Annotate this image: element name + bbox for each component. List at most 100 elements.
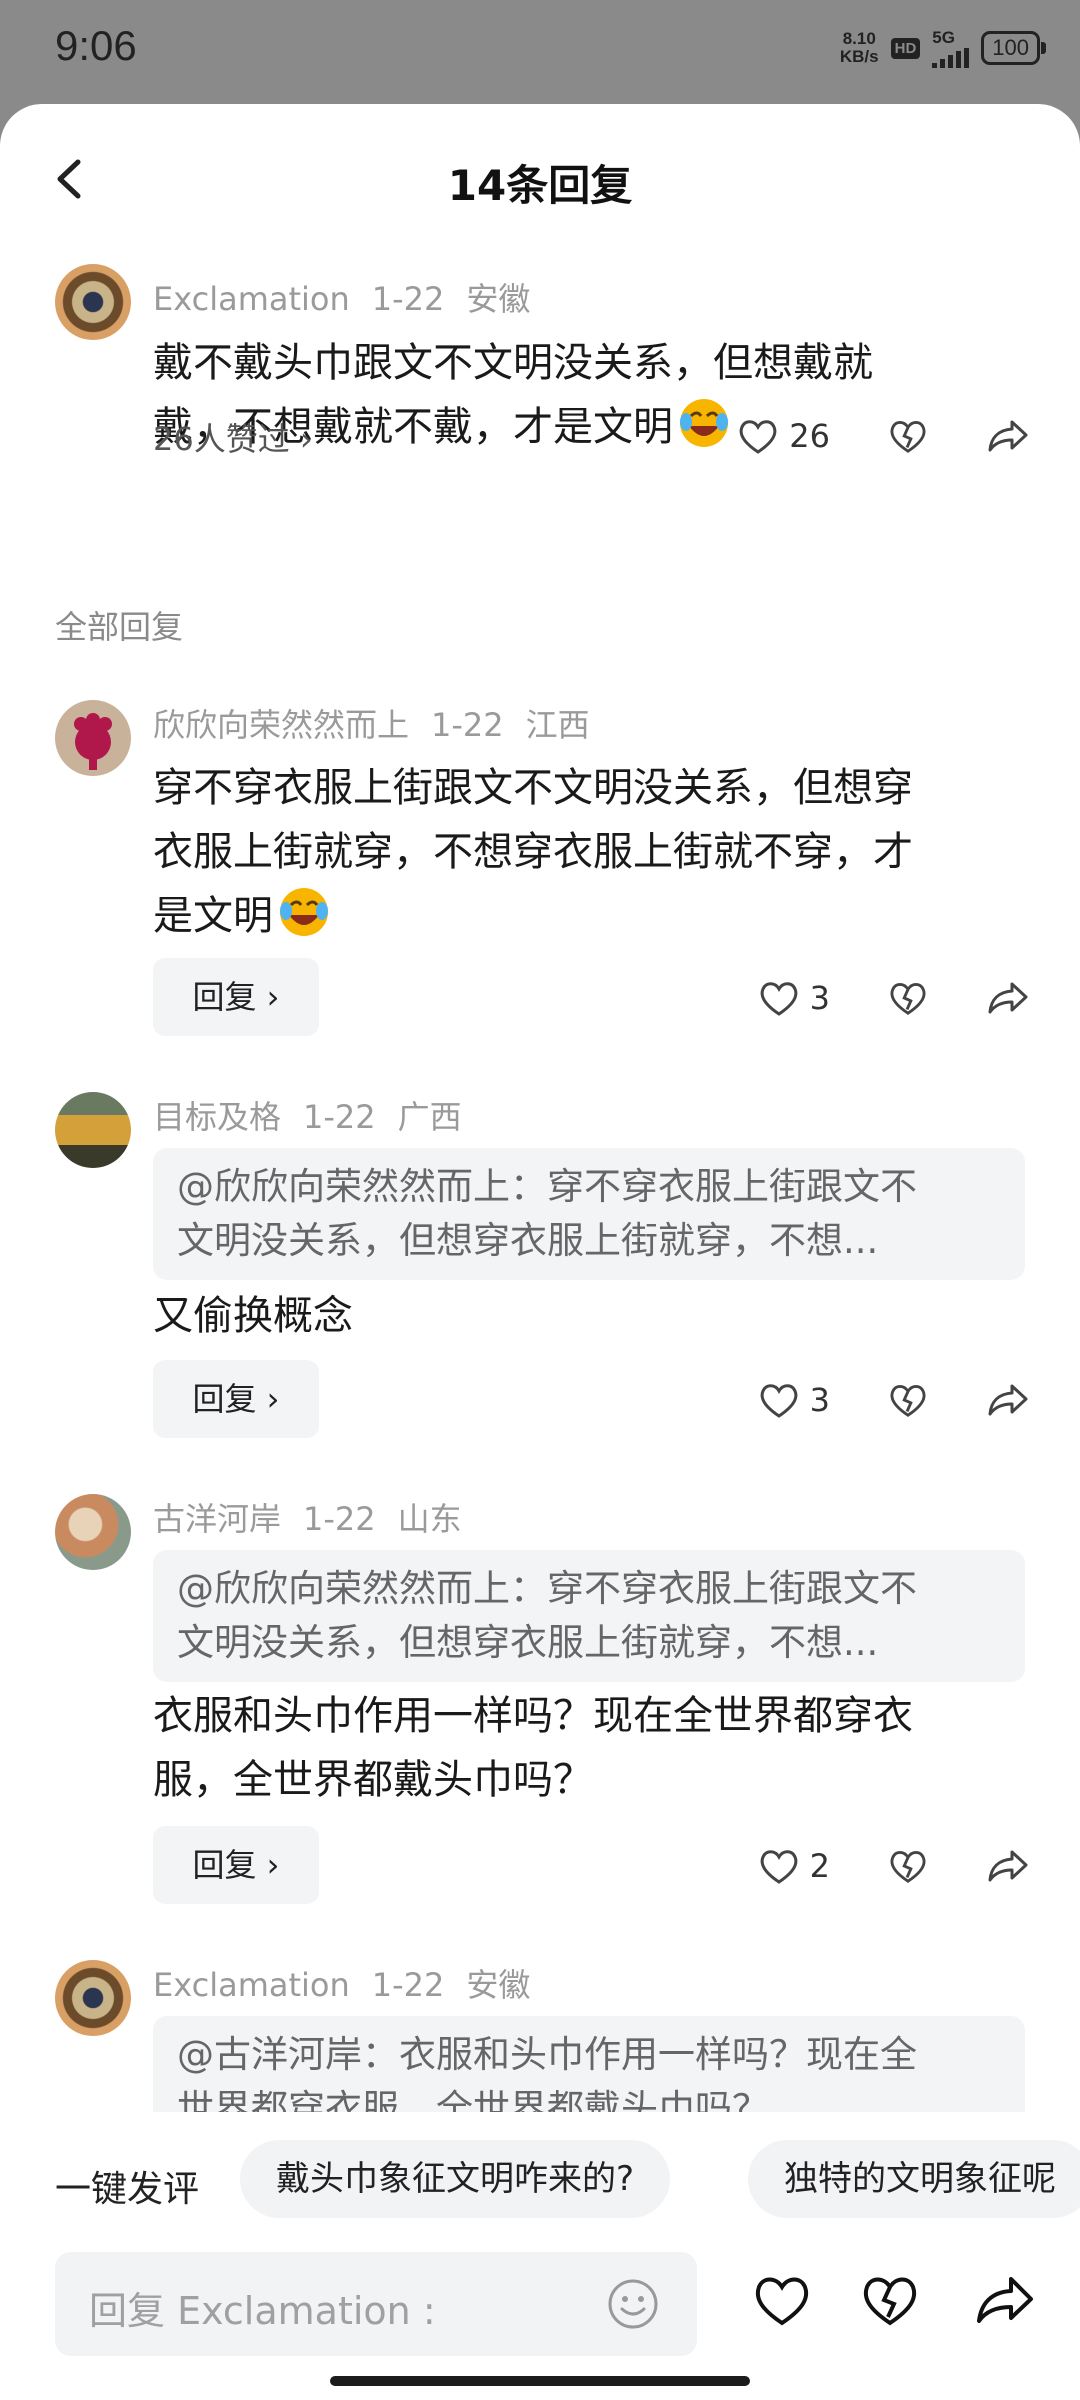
emoji-icon[interactable]: [607, 2278, 659, 2330]
quick-comment-chip[interactable]: 独特的文明象征呢: [748, 2140, 1080, 2218]
quote-line: @古洋河岸：衣服和头巾作用一样吗？现在全: [177, 2033, 917, 2076]
network-speed: 8.10 KB/s: [840, 30, 879, 66]
author-name[interactable]: 古洋河岸: [153, 1500, 281, 1538]
page-title: 14条回复: [447, 161, 633, 210]
quote-line: 文明没关系，但想穿衣服上街就穿，不想...: [177, 1219, 879, 1262]
comment-meta: Exclamation 1-22 安徽: [153, 274, 552, 320]
replies-sheet: 14条回复 Exclamation 1-22 安徽 戴不戴头巾跟文不文明没关系，但想…: [0, 104, 1080, 2400]
share-button[interactable]: [986, 978, 1030, 1018]
reply-meta: 目标及格 1-22 广西: [153, 1092, 484, 1138]
reply-input[interactable]: 回复 Exclamation :: [55, 2252, 697, 2356]
avatar[interactable]: [55, 264, 131, 340]
reply-meta: 欣欣向荣然然而上 1-22 江西: [153, 700, 612, 746]
reply-button[interactable]: 回复 ›: [153, 1826, 319, 1904]
comment-date: 1-22: [371, 280, 445, 318]
share-icon: [988, 982, 1028, 1014]
like-button[interactable]: 3: [758, 1380, 830, 1420]
quick-comment-row: 一键发评 戴头巾象征文明咋来的? 独特的文明象征呢: [0, 2140, 1080, 2224]
like-count: 3: [809, 1381, 830, 1419]
reply-actions: 3: [758, 1370, 1030, 1430]
quick-comment-label: 一键发评: [55, 2169, 200, 2210]
share-button[interactable]: [986, 1380, 1030, 1420]
dislike-button[interactable]: [888, 416, 928, 456]
heart-icon[interactable]: [752, 2272, 812, 2328]
reply-line: 是文明: [153, 893, 273, 939]
quoted-reply[interactable]: @欣欣向荣然然而上：穿不穿衣服上街跟文不 文明没关系，但想穿衣服上街就穿，不想.…: [153, 1148, 1025, 1280]
like-count: 2: [809, 1847, 830, 1885]
reply-line: 衣服和头巾作用一样吗？现在全世界都穿衣: [153, 1693, 913, 1739]
reply-button[interactable]: 回复 ›: [153, 958, 319, 1036]
section-label: 全部回复: [55, 608, 184, 646]
bottom-composer: 一键发评 戴头巾象征文明咋来的? 独特的文明象征呢 回复 Exclamation…: [0, 2112, 1080, 2400]
comment-line: 戴不戴头巾跟文不文明没关系，但想戴就: [153, 340, 873, 386]
reply-date: 1-22: [303, 1500, 376, 1538]
comment-actions: 26: [737, 406, 1030, 466]
reply-button[interactable]: 回复 ›: [153, 1360, 319, 1438]
dislike-button[interactable]: [888, 1380, 928, 1420]
reply-actions: 3: [758, 968, 1030, 1028]
reply-location: 山东: [397, 1500, 462, 1538]
reply-line: 衣服上街就穿，不想穿衣服上街就不穿，才: [153, 829, 913, 875]
reply-line: 又偷换概念: [153, 1293, 353, 1339]
network-type: 5G: [932, 28, 955, 47]
share-icon: [988, 1850, 1028, 1882]
like-count: 26: [789, 417, 830, 455]
broken-heart-icon: [890, 1385, 926, 1417]
signal-icon: 5G: [932, 28, 970, 68]
like-button[interactable]: 2: [758, 1846, 830, 1886]
author-name[interactable]: Exclamation: [153, 280, 350, 318]
status-bar: 9:06 8.10 KB/s HD 5G 100: [0, 0, 1080, 100]
laugh-cry-emoji-icon: [680, 399, 728, 447]
battery-icon: 100: [981, 31, 1046, 65]
reply-actions: 2: [758, 1836, 1030, 1896]
hd-icon: HD: [890, 37, 921, 59]
home-indicator[interactable]: [330, 2376, 750, 2386]
reply-location: 广西: [397, 1098, 462, 1136]
broken-heart-icon: [890, 983, 926, 1015]
reply-line: 穿不穿衣服上街跟文不文明没关系，但想穿: [153, 765, 913, 811]
heart-icon: [739, 420, 777, 454]
avatar[interactable]: [55, 700, 131, 776]
reply-meta: Exclamation 1-22 安徽: [153, 1960, 552, 2006]
share-icon[interactable]: [974, 2272, 1036, 2328]
dislike-button[interactable]: [888, 1846, 928, 1886]
broken-heart-icon: [890, 421, 926, 453]
avatar[interactable]: [55, 1494, 131, 1570]
like-count: 3: [809, 979, 830, 1017]
status-icons: 8.10 KB/s HD 5G 100: [840, 28, 1046, 68]
quote-line: 文明没关系，但想穿衣服上街就穿，不想...: [177, 1621, 879, 1664]
avatar[interactable]: [55, 1960, 131, 2036]
like-button[interactable]: 26: [737, 416, 830, 456]
author-name[interactable]: Exclamation: [153, 1966, 350, 2004]
quote-line: @欣欣向荣然然而上：穿不穿衣服上街跟文不: [177, 1165, 917, 1208]
quoted-reply[interactable]: @欣欣向荣然然而上：穿不穿衣服上街跟文不 文明没关系，但想穿衣服上街就穿，不想.…: [153, 1550, 1025, 1682]
laugh-cry-emoji-icon: [280, 888, 328, 936]
broken-heart-icon: [890, 1851, 926, 1883]
reply-line: 服，全世界都戴头巾吗？: [153, 1757, 593, 1803]
heart-icon: [760, 1384, 798, 1418]
reply-meta: 古洋河岸 1-22 山东: [153, 1494, 484, 1540]
heart-icon: [760, 1850, 798, 1884]
reply-date: 1-22: [431, 706, 504, 744]
status-time: 9:06: [55, 22, 137, 69]
share-button[interactable]: [986, 1846, 1030, 1886]
author-name[interactable]: 欣欣向荣然然而上: [153, 706, 409, 744]
quick-comment-chip[interactable]: 戴头巾象征文明咋来的?: [240, 2140, 671, 2218]
author-name[interactable]: 目标及格: [153, 1098, 281, 1136]
dislike-button[interactable]: [888, 978, 928, 1018]
share-button[interactable]: [986, 416, 1030, 456]
share-icon: [988, 420, 1028, 452]
broken-heart-icon[interactable]: [860, 2272, 920, 2328]
comment-location: 安徽: [466, 280, 531, 318]
like-button[interactable]: 3: [758, 978, 830, 1018]
reply-text: 衣服和头巾作用一样吗？现在全世界都穿衣 服，全世界都戴头巾吗？: [153, 1684, 913, 1812]
liked-by-link[interactable]: 26人赞过 ›: [153, 414, 313, 460]
reply-date: 1-22: [303, 1098, 376, 1136]
reply-text: 又偷换概念: [153, 1284, 353, 1348]
header: 14条回复: [0, 104, 1080, 254]
reply-date: 1-22: [371, 1966, 445, 2004]
share-icon: [988, 1384, 1028, 1416]
reply-location: 江西: [525, 706, 590, 744]
net-speed-value: 8.10: [842, 29, 876, 48]
avatar[interactable]: [55, 1092, 131, 1168]
